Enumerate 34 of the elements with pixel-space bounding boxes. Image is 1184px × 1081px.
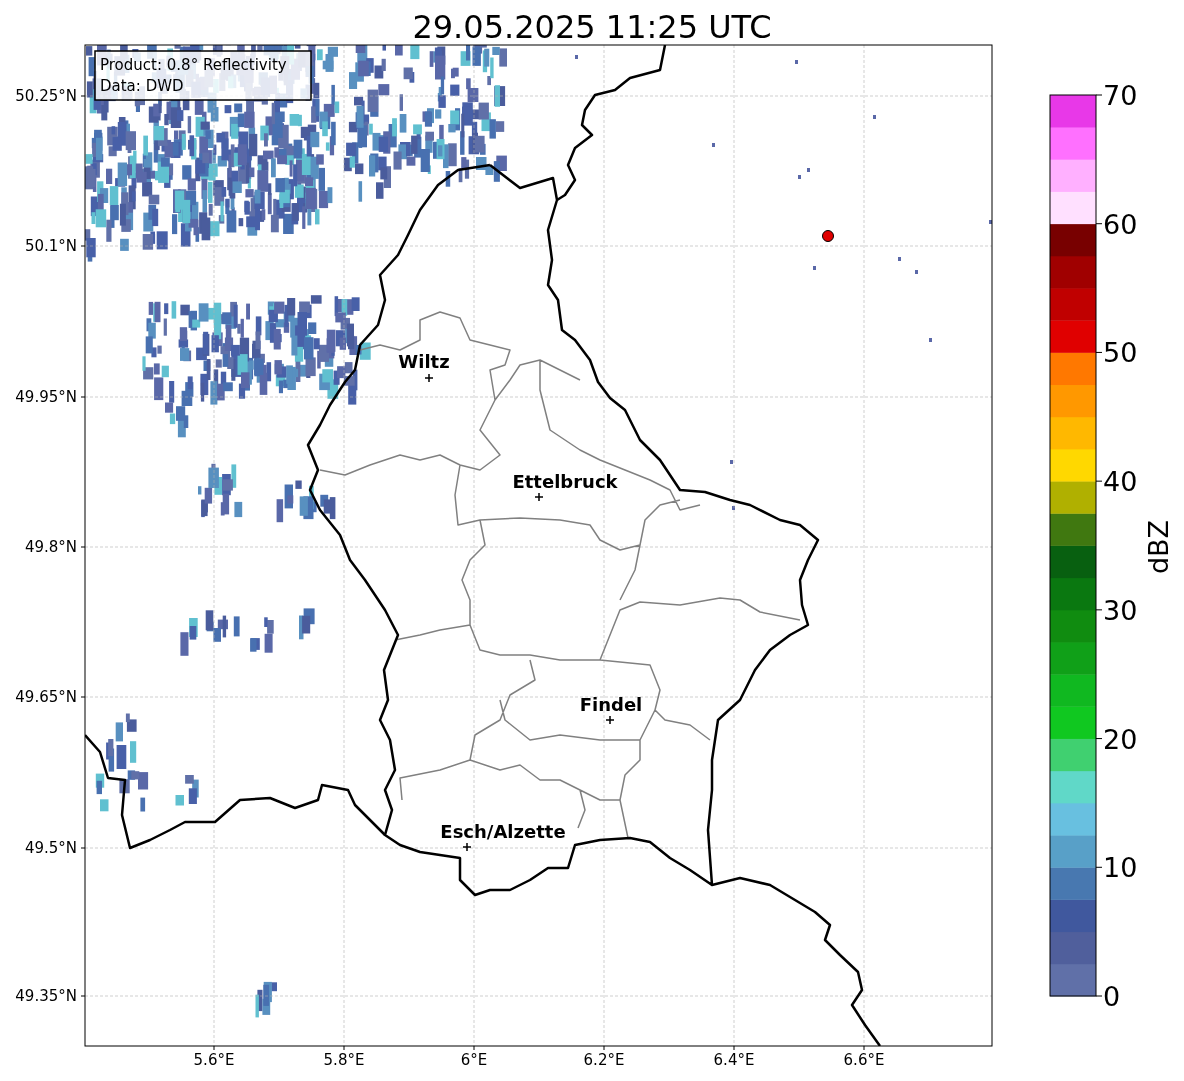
city-marker-icon: [534, 492, 544, 502]
colorbar-tick-label: 10: [1103, 852, 1138, 884]
colorbar-tick-label: 20: [1103, 723, 1138, 755]
colorbar-label: dBZ: [1143, 519, 1174, 575]
axis-tick-label: 6.6°E: [843, 1051, 885, 1069]
axis-tick-label: 6.4°E: [713, 1051, 755, 1069]
axis-tick-label: 49.5°N: [24, 839, 77, 857]
axis-tick-label: 6.2°E: [583, 1051, 625, 1069]
axis-tick-label: 49.8°N: [24, 538, 77, 556]
legend-text: Data: DWD: [100, 77, 184, 95]
axis-tick-label: 5.8°E: [323, 1051, 365, 1069]
city-marker-icon: [605, 715, 615, 725]
colorbar-tick-label: 40: [1103, 466, 1138, 498]
radar-site-icon: [822, 230, 834, 242]
axis-tick-label: 49.35°N: [15, 987, 77, 1005]
colorbar-tick-label: 60: [1103, 208, 1138, 240]
axis-tick-label: 49.65°N: [15, 688, 77, 706]
axis-tick-label: 49.95°N: [15, 388, 77, 406]
colorbar-tick-label: 30: [1103, 594, 1138, 626]
city-label: Ettelbruck: [512, 471, 618, 492]
city-marker-icon: [462, 842, 472, 852]
city-label: Wiltz: [398, 351, 450, 372]
colorbar-tick-label: 0: [1103, 981, 1121, 1012]
city-label: Esch/Alzette: [440, 821, 566, 842]
axis-tick-label: 5.6°E: [193, 1051, 235, 1069]
colorbar-tick-label: 50: [1103, 337, 1138, 369]
city-marker-icon: [424, 373, 434, 383]
chart-title: 29.05.2025 11:25 UTC: [412, 8, 772, 46]
axis-tick-label: 50.25°N: [15, 87, 77, 105]
axis-tick-label: 50.1°N: [24, 237, 77, 255]
city-label: Findel: [579, 694, 643, 715]
legend-text: Product: 0.8° Reflectivity: [100, 56, 287, 74]
axis-tick-label: 6°E: [460, 1051, 488, 1069]
colorbar-tick-label: 70: [1103, 80, 1138, 111]
